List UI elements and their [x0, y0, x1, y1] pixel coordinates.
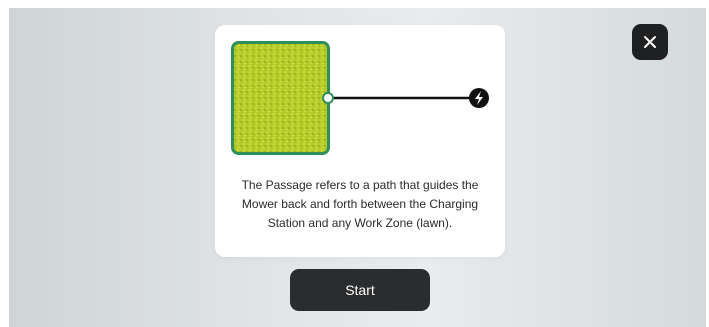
modal-backdrop: The Passage refers to a path that guides…: [9, 8, 706, 327]
close-button[interactable]: [632, 24, 668, 60]
passage-info-card: The Passage refers to a path that guides…: [215, 25, 505, 257]
passage-line: [322, 92, 484, 104]
passage-description: The Passage refers to a path that guides…: [241, 178, 479, 230]
lawn-work-zone: [231, 41, 330, 155]
passage-illustration: [231, 41, 489, 155]
start-button[interactable]: Start: [290, 269, 430, 311]
charging-station-bolt-icon: [469, 88, 489, 108]
close-icon: [644, 36, 656, 48]
